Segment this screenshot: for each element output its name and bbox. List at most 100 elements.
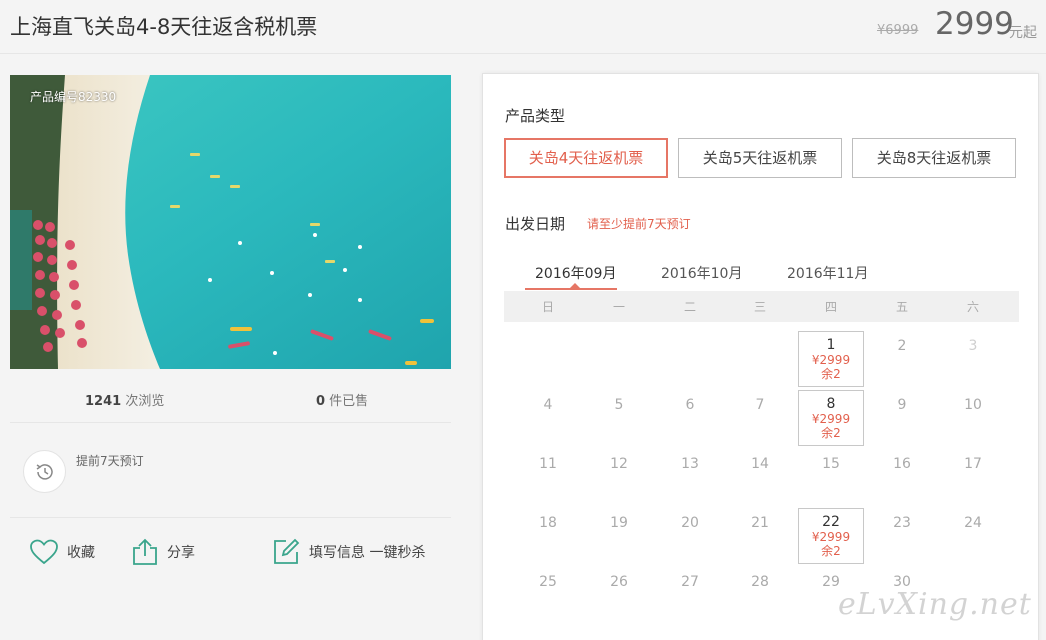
weekday-label: 五 (895, 300, 908, 314)
beach-photo-illustration (10, 75, 451, 369)
day-remaining: 余2 (821, 367, 841, 381)
favorite-button[interactable]: 收藏 (30, 536, 95, 568)
day-number: 15 (822, 456, 840, 472)
day-number: 23 (893, 515, 911, 531)
day-number: 20 (681, 515, 699, 531)
day-number: 11 (539, 456, 557, 472)
calendar-day: 3 (940, 331, 1006, 387)
calendar-day: 12 (586, 449, 652, 505)
fill-info-button[interactable]: 填写信息 一键秒杀 (272, 536, 425, 568)
calendar-day: 16 (869, 449, 935, 505)
calendar-day: 20 (657, 508, 723, 564)
day-number: 28 (751, 574, 769, 590)
calendar-day: 7 (727, 390, 793, 446)
calendar-day: 10 (940, 390, 1006, 446)
fill-info-label: 填写信息 一键秒杀 (309, 545, 426, 561)
calendar-day-available[interactable]: 8 ¥2999 余2 (798, 390, 864, 446)
calendar-day: 6 (657, 390, 723, 446)
calendar-day: 17 (940, 449, 1006, 505)
day-number: 2 (897, 338, 907, 354)
calendar-day-available[interactable]: 22 ¥2999 余2 (798, 508, 864, 564)
calendar-day: 23 (869, 508, 935, 564)
day-number: 27 (681, 574, 699, 590)
day-number: 21 (751, 515, 769, 531)
sold-count-value: 0 (316, 394, 326, 409)
page-title: 上海直飞关岛4-8天往返含税机票 (10, 15, 318, 39)
watermark: eLvXing.net (838, 587, 1032, 622)
share-icon (133, 538, 157, 565)
day-remaining: 余2 (821, 426, 841, 440)
weekday-label: 六 (966, 300, 979, 314)
calendar-day: 27 (657, 567, 723, 623)
product-type-option-8day[interactable]: 关岛8天往返机票 (852, 138, 1016, 178)
day-number: 8 (826, 396, 836, 412)
day-number: 18 (539, 515, 557, 531)
share-label: 分享 (167, 545, 195, 561)
day-number: 9 (897, 397, 907, 413)
calendar-day-available[interactable]: 1 ¥2999 余2 (798, 331, 864, 387)
calendar-day: 28 (727, 567, 793, 623)
day-number: 6 (685, 397, 695, 413)
day-number: 26 (610, 574, 628, 590)
calendar-day: 4 (515, 390, 581, 446)
product-type-option-5day[interactable]: 关岛5天往返机票 (678, 138, 842, 178)
sold-count-label: 件已售 (325, 394, 369, 409)
advance-booking-info: 提前7天预订 (10, 424, 451, 518)
weekday-label: 二 (683, 300, 696, 314)
original-price: ¥6999 (877, 23, 919, 38)
action-bar: 收藏 分享 填写信息 一键秒杀 (10, 530, 451, 574)
product-number: 产品编号82330 (30, 90, 117, 104)
tab-month-2016-09[interactable]: 2016年09月 (535, 263, 616, 283)
view-count: 1241 次浏览 (85, 390, 164, 409)
calendar-day: 18 (515, 508, 581, 564)
edit-icon (274, 538, 300, 564)
day-number: 4 (543, 397, 553, 413)
weekday-header: 日一二三四五六 (504, 291, 1019, 322)
current-price: 2999 (935, 6, 1014, 42)
tab-month-2016-11[interactable]: 2016年11月 (787, 263, 868, 283)
calendar-day: 11 (515, 449, 581, 505)
calendar-day: 13 (657, 449, 723, 505)
day-number: 1 (826, 337, 836, 353)
product-type-label: 产品类型 (505, 107, 566, 125)
day-number: 5 (614, 397, 624, 413)
page-header: 上海直飞关岛4-8天往返含税机票 ¥6999 2999 元起 (0, 0, 1046, 54)
price-unit: 元起 (1009, 25, 1037, 41)
calendar-day: 14 (727, 449, 793, 505)
history-clock-icon (23, 450, 66, 493)
booking-hint: 请至少提前7天预订 (587, 217, 691, 231)
calendar-day: 2 (869, 331, 935, 387)
day-number: 7 (755, 397, 765, 413)
active-month-underline (525, 288, 617, 290)
day-number: 19 (610, 515, 628, 531)
calendar-day: 5 (586, 390, 652, 446)
view-count-value: 1241 (85, 394, 122, 409)
day-number: 10 (964, 397, 982, 413)
day-price: ¥2999 (811, 353, 851, 367)
product-type-option-4day[interactable]: 关岛4天往返机票 (504, 138, 668, 178)
stats-bar: 1241 次浏览 0 件已售 (10, 385, 451, 423)
tab-month-2016-10[interactable]: 2016年10月 (661, 263, 742, 283)
day-price: ¥2999 (811, 530, 851, 544)
calendar-day: 21 (727, 508, 793, 564)
day-number: 24 (964, 515, 982, 531)
favorite-label: 收藏 (67, 545, 95, 561)
booking-panel: 产品类型 关岛4天往返机票 关岛5天往返机票 关岛8天往返机票 出发日期 请至少… (482, 73, 1039, 640)
view-count-label: 次浏览 (121, 394, 165, 409)
calendar-day: 25 (515, 567, 581, 623)
heart-icon (30, 539, 58, 565)
day-number: 17 (964, 456, 982, 472)
calendar-day: 9 (869, 390, 935, 446)
share-button[interactable]: 分享 (132, 536, 195, 568)
day-number: 22 (822, 514, 840, 530)
weekday-label: 一 (612, 300, 625, 314)
calendar-day: 26 (586, 567, 652, 623)
day-number: 14 (751, 456, 769, 472)
active-month-caret (570, 283, 580, 288)
weekday-label: 四 (824, 300, 837, 314)
calendar-day: 15 (798, 449, 864, 505)
weekday-label: 日 (541, 300, 554, 314)
calendar-day: 19 (586, 508, 652, 564)
departure-date-label: 出发日期 (505, 215, 566, 233)
product-photo: 产品编号82330 (10, 75, 451, 369)
